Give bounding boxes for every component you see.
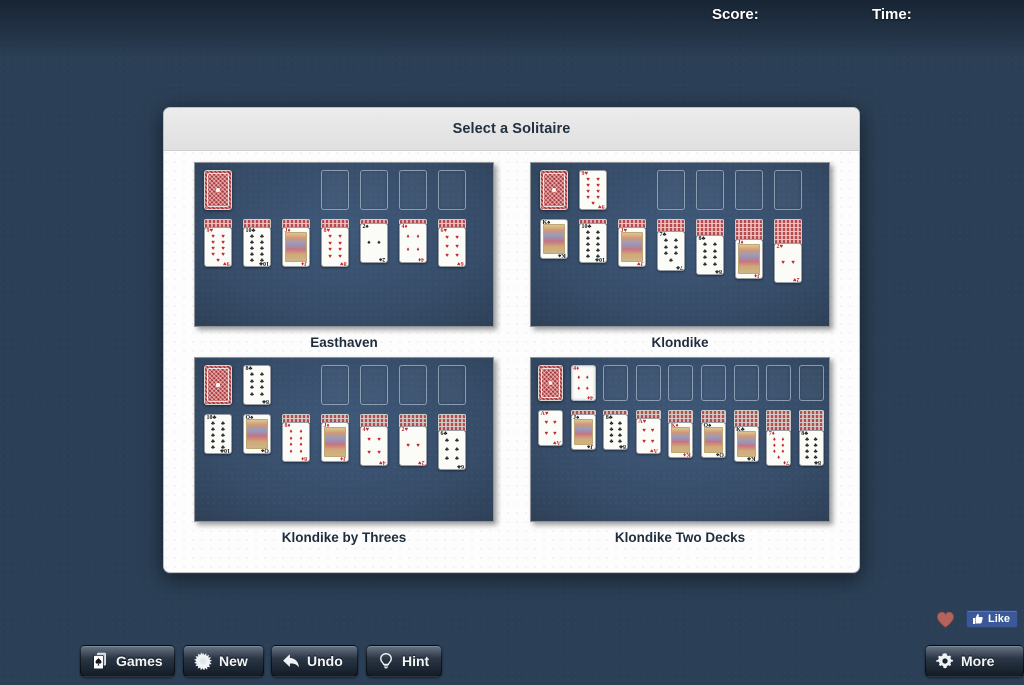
playing-card: 7♦ 7♦ ♦ ♦ ♦ ♦ ♦ ♦ ♦ [766,430,792,466]
card-spade-icon [93,652,106,670]
heart-icon[interactable] [936,611,955,628]
playing-card: K♠ K♠ [540,219,568,259]
empty-foundation-slot [360,170,388,210]
stock-pile [204,170,232,210]
score-label: Score: [712,5,759,23]
game-label: Klondike Two Decks [614,530,746,545]
playing-card: 2♥ 2♥ ♥ ♥ [399,426,427,466]
lightbulb-icon [380,652,392,669]
playing-card: J♠ J♠ [570,414,596,450]
klondike-by-threes-thumbnail[interactable]: 8♣ 8♣ ♣ ♣ ♣ ♣ ♣ ♣ ♣ ♣ 10♣ 10♣ ♣ ♣ ♣ ♣ ♣ ♣ ♣ ♣ ♣ ♣ Q♠ Q♠ 8♦ 8♦ ♦ ♦ ♦ ♦… [194,357,494,522]
playing-card: Q♠ Q♠ [243,414,271,454]
empty-foundation-slot [570,365,596,401]
playing-card: 4♦ 4♦ ♦ ♦ ♦ ♦ [399,223,427,263]
gear-icon [936,653,953,669]
playing-card: A♥ A♥ ♥ ♥ ♥ ♥ [538,410,563,446]
stock-pile [538,365,563,401]
playing-card: K♦ K♦ [668,422,694,458]
new-label: New [219,653,248,669]
klondike-two-decks-thumbnail[interactable]: 4♦ 4♦ ♦ ♦ ♦ ♦ A♥ A♥ ♥ ♥ ♥ ♥ J♠ J♠ 8♣ 8♣ ♣ ♣ ♣ ♣ ♣ ♣ ♣ ♣ A♥ A♥ ♥ ♥ ♥ ♥… [530,357,830,522]
game-option-klondike-two-decks[interactable]: 4♦ 4♦ ♦ ♦ ♦ ♦ A♥ A♥ ♥ ♥ ♥ ♥ J♠ J♠ 8♣ 8♣ ♣ ♣ ♣ ♣ ♣ ♣ ♣ ♣ A♥ A♥ ♥ ♥ ♥ ♥… [530,357,830,545]
playing-card: 2♥ 2♥ ♥ ♥ [774,243,802,283]
stock-pile [540,170,568,210]
playing-card: 7♣ 7♣ ♣ ♣ ♣ ♣ ♣ ♣ ♣ [657,231,685,271]
starburst-icon [194,652,212,670]
empty-foundation-slot [766,365,792,401]
playing-card: J♦ J♦ [282,227,310,267]
waste-pile: 8♣ 8♣ ♣ ♣ ♣ ♣ ♣ ♣ ♣ ♣ [243,365,271,405]
empty-foundation-slot [438,365,466,405]
more-label: More [961,653,995,669]
back-arrow-icon [283,654,299,668]
waste-pile: 9♥ 9♥ ♥ ♥ ♥ ♥ ♥ ♥ ♥ ♥ ♥ [579,170,607,210]
hint-button[interactable]: Hint [366,645,442,677]
playing-card: 8♣ 8♣ ♣ ♣ ♣ ♣ ♣ ♣ ♣ ♣ [696,235,724,275]
select-solitaire-dialog: Select a Solitaire 9♥ 9♥ ♥ ♥ ♥ ♥ ♥ ♥ ♥ ♥ ♥ 10♣ 10♣ ♣ ♣… [163,107,860,573]
playing-card: 6♥ 6♥ ♥ ♥ ♥ ♥ ♥ ♥ [438,227,466,267]
playing-card: J♦ J♦ [735,239,763,279]
easthaven-thumbnail[interactable]: 9♥ 9♥ ♥ ♥ ♥ ♥ ♥ ♥ ♥ ♥ ♥ 10♣ 10♣ ♣ ♣ ♣ ♣ ♣ ♣ ♣ ♣ ♣ ♣ J♦ J♦ 8♥ 8♥ ♥ ♥ ♥… [194,162,494,327]
playing-card: 6♣ 6♣ ♣ ♣ ♣ ♣ ♣ ♣ [438,430,466,470]
game-label: Easthaven [310,335,378,350]
game-label: Klondike by Threes [281,530,407,545]
playing-card: 4♥ 4♥ ♥ ♥ ♥ ♥ [360,426,388,466]
game-option-klondike[interactable]: 9♥ 9♥ ♥ ♥ ♥ ♥ ♥ ♥ ♥ ♥ ♥ K♠ K♠ 10♣ 10♣ ♣ ♣ ♣ ♣ ♣ ♣ ♣ ♣ ♣ ♣ J♥ J♥ 7♣ 7… [530,162,830,350]
undo-label: Undo [307,653,343,669]
playing-card: J♦ J♦ [321,422,349,462]
empty-foundation-slot [774,170,802,210]
klondike-thumbnail[interactable]: 9♥ 9♥ ♥ ♥ ♥ ♥ ♥ ♥ ♥ ♥ ♥ K♠ K♠ 10♣ 10♣ ♣ ♣ ♣ ♣ ♣ ♣ ♣ ♣ ♣ ♣ J♥ J♥ 7♣ 7… [530,162,830,327]
empty-foundation-slot [438,170,466,210]
time-display: Time: [872,0,958,28]
empty-foundation-slot [321,365,349,405]
empty-foundation-slot [696,170,724,210]
playing-card: 10♣ 10♣ ♣ ♣ ♣ ♣ ♣ ♣ ♣ ♣ ♣ ♣ [579,223,607,263]
playing-card: A♥ A♥ ♥ ♥ ♥ ♥ [635,418,661,454]
empty-foundation-slot [399,170,427,210]
game-label: Klondike [651,335,709,350]
playing-card: K♣ K♣ [733,426,759,462]
playing-card: 10♣ 10♣ ♣ ♣ ♣ ♣ ♣ ♣ ♣ ♣ ♣ ♣ [204,414,232,454]
playing-card: 8♦ 8♦ ♦ ♦ ♦ ♦ ♦ ♦ ♦ ♦ [282,422,310,462]
empty-foundation-slot [701,365,726,401]
playing-card: 8♣ 8♣ ♣ ♣ ♣ ♣ ♣ ♣ ♣ ♣ [603,414,629,450]
playing-card: 10♣ 10♣ ♣ ♣ ♣ ♣ ♣ ♣ ♣ ♣ ♣ ♣ [243,227,271,267]
dialog-titlebar: Select a Solitaire [164,108,859,151]
dialog-title: Select a Solitaire [452,121,571,137]
time-label: Time: [872,5,912,23]
social-bar: Like [936,610,1018,628]
score-display: Score: [712,0,805,28]
empty-foundation-slot [733,365,759,401]
empty-foundation-slot [798,365,824,401]
playing-card: 9♥ 9♥ ♥ ♥ ♥ ♥ ♥ ♥ ♥ ♥ ♥ [204,227,232,267]
game-option-klondike-by-threes[interactable]: 8♣ 8♣ ♣ ♣ ♣ ♣ ♣ ♣ ♣ ♣ 10♣ 10♣ ♣ ♣ ♣ ♣ ♣ ♣ ♣ ♣ ♣ ♣ Q♠ Q♠ 8♦ 8♦ ♦ ♦ ♦ ♦… [194,357,494,545]
empty-foundation-slot [399,365,427,405]
playing-card: 8♣ 8♣ ♣ ♣ ♣ ♣ ♣ ♣ ♣ ♣ [798,430,824,466]
undo-button[interactable]: Undo [271,645,358,677]
playing-card: 8♥ 8♥ ♥ ♥ ♥ ♥ ♥ ♥ ♥ ♥ [321,227,349,267]
game-grid: 9♥ 9♥ ♥ ♥ ♥ ♥ ♥ ♥ ♥ ♥ ♥ 10♣ 10♣ ♣ ♣ ♣ ♣ ♣ ♣ ♣ ♣ ♣ ♣ J♦ J♦ 8♥ 8♥ ♥ ♥ ♥… [164,162,859,545]
new-button[interactable]: New [183,645,264,677]
games-button[interactable]: Games [80,645,175,677]
playing-card: J♥ J♥ [618,227,646,267]
empty-foundation-slot [321,170,349,210]
empty-foundation-slot [735,170,763,210]
facebook-like-button[interactable]: Like [965,610,1018,628]
hint-label: Hint [402,653,430,669]
like-label: Like [987,613,1010,625]
thumbs-up-icon [972,614,983,624]
bottom-toolbar: Games New Undo Hint More [0,635,1024,685]
empty-foundation-slot [635,365,661,401]
more-button[interactable]: More [925,645,1024,677]
empty-foundation-slot [603,365,629,401]
empty-foundation-slot [668,365,694,401]
hud-bar: Score: Time: [0,0,1024,28]
games-label: Games [116,653,163,669]
playing-card: Q♠ Q♠ [701,422,726,458]
game-option-easthaven[interactable]: 9♥ 9♥ ♥ ♥ ♥ ♥ ♥ ♥ ♥ ♥ ♥ 10♣ 10♣ ♣ ♣ ♣ ♣ ♣ ♣ ♣ ♣ ♣ ♣ J♦ J♦ 8♥ 8♥ ♥ ♥ ♥… [194,162,494,350]
playing-card: 2♠ 2♠ ♠ ♠ [360,223,388,263]
dialog-body: 9♥ 9♥ ♥ ♥ ♥ ♥ ♥ ♥ ♥ ♥ ♥ 10♣ 10♣ ♣ ♣ ♣ ♣ ♣ ♣ ♣ ♣ ♣ ♣ J♦ J♦ 8♥ 8♥ ♥ ♥ ♥… [164,151,859,572]
stock-pile [204,365,232,405]
empty-foundation-slot [360,365,388,405]
empty-foundation-slot [657,170,685,210]
